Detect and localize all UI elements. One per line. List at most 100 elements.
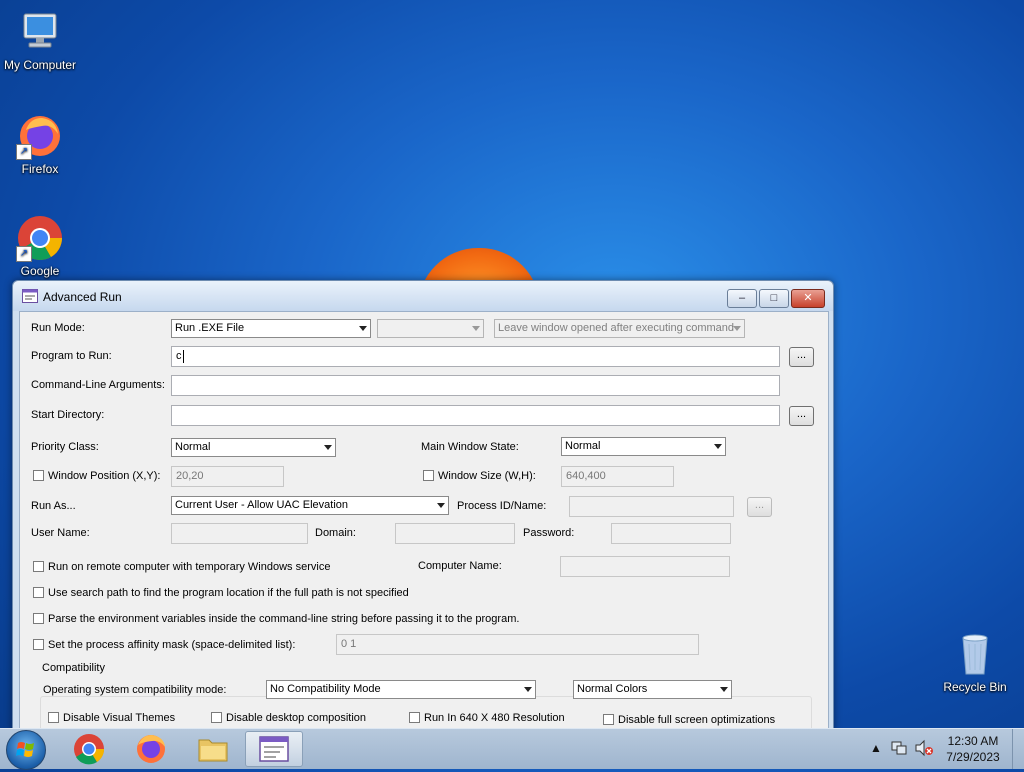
parse-env-checkbox[interactable] [33,613,44,624]
firefox-icon [137,735,165,763]
window-position-input: 20,20 [171,466,284,487]
taskbar: ▲ 12:30 AM 7/29/2023 [0,728,1024,770]
chrome-icon [74,734,105,765]
parse-env-label: Parse the environment variables inside t… [48,613,520,625]
program-browse-button[interactable]: ... [789,347,814,367]
window-size-label: Window Size (W,H): [438,470,536,482]
window-size-input: 640,400 [561,466,674,487]
os-compatibility-select[interactable]: No Compatibility Mode [266,680,536,699]
shortcut-arrow-icon: ↗ [16,144,32,160]
color-mode-value: Normal Colors [577,683,648,695]
user-name-input [171,523,308,544]
app-icon [22,289,38,303]
affinity-checkbox[interactable] [33,639,44,650]
desktop-icon-label: Google [20,264,60,278]
priority-class-label: Priority Class: [31,441,99,453]
maximize-button[interactable]: □ [759,289,789,308]
search-path-label: Use search path to find the program loca… [48,587,409,599]
domain-label: Domain: [315,527,356,539]
close-button[interactable]: ✕ [791,289,825,308]
run-mode-label: Run Mode: [31,322,85,334]
clock-date: 7/29/2023 [946,750,1000,764]
run-as-value: Current User - Allow UAC Elevation [175,499,349,511]
run-mode-select[interactable]: Run .EXE File [171,319,371,338]
show-hidden-icons-button[interactable]: ▲ [870,741,882,755]
show-desktop-button[interactable] [1012,729,1024,769]
disable-visual-themes-checkbox[interactable] [48,712,59,723]
process-id-label: Process ID/Name: [457,500,547,512]
chevron-down-icon [733,326,741,331]
command-line-arguments-input[interactable] [171,375,780,396]
priority-class-value: Normal [175,441,211,453]
shortcut-arrow-icon: ↗ [16,246,32,262]
taskbar-advanced-run[interactable] [245,731,303,767]
chevron-down-icon [714,444,722,449]
minimize-button[interactable]: – [727,289,757,308]
affinity-label: Set the process affinity mask (space-del… [48,639,296,651]
computer-icon [16,8,64,56]
window-size-checkbox[interactable] [423,470,434,481]
app-icon [259,736,289,762]
start-directory-browse-button[interactable]: ... [789,406,814,426]
start-directory-label: Start Directory: [31,409,105,421]
user-name-label: User Name: [31,527,90,539]
remote-computer-label: Run on remote computer with temporary Wi… [48,561,331,573]
disable-fullscreen-optimizations-label: Disable full screen optimizations [618,714,776,726]
chevron-down-icon [437,503,445,508]
taskbar-chrome[interactable] [60,731,118,767]
remote-computer-checkbox[interactable] [33,561,44,572]
password-label: Password: [523,527,575,539]
disable-visual-themes-label: Disable Visual Themes [63,712,176,724]
taskbar-firefox[interactable] [122,731,180,767]
color-mode-select[interactable]: Normal Colors [573,680,732,699]
start-button[interactable] [6,730,46,770]
computer-name-label: Computer Name: [418,560,502,572]
run-640x480-checkbox[interactable] [409,712,420,723]
clock[interactable]: 12:30 AM 7/29/2023 [942,733,1004,765]
program-to-run-input[interactable]: c [171,346,780,367]
chevron-down-icon [524,687,532,692]
disable-fullscreen-optimizations-checkbox[interactable] [603,714,614,725]
window-position-label: Window Position (X,Y): [48,470,161,482]
password-input [611,523,731,544]
window-position-checkbox[interactable] [33,470,44,481]
priority-class-select[interactable]: Normal [171,438,336,457]
title-bar[interactable]: Advanced Run – □ ✕ [13,281,833,311]
main-window-state-select[interactable]: Normal [561,437,726,456]
windows-logo-icon [16,742,34,757]
computer-name-input [560,556,730,577]
desktop-icon-google-chrome[interactable]: ↗ Google [0,214,80,278]
after-execution-value: Leave window opened after executing comm… [498,322,735,334]
os-compatibility-value: No Compatibility Mode [270,683,381,695]
disable-desktop-composition-label: Disable desktop composition [226,712,367,724]
command-line-arguments-label: Command-Line Arguments: [31,379,165,391]
desktop-icon-my-computer[interactable]: My Computer [0,8,80,72]
chevron-down-icon [472,326,480,331]
firefox-icon: ↗ [16,112,64,160]
start-directory-input[interactable] [171,405,780,426]
after-execution-select: Leave window opened after executing comm… [494,319,745,338]
desktop-icon-firefox[interactable]: ↗ Firefox [0,112,80,176]
run-as-label: Run As... [31,500,76,512]
volume-muted-icon[interactable] [914,739,934,760]
chevron-down-icon [359,326,367,331]
search-path-checkbox[interactable] [33,587,44,598]
desktop-icon-recycle-bin[interactable]: Recycle Bin [935,630,1015,694]
domain-input [395,523,515,544]
os-compatibility-label: Operating system compatibility mode: [43,684,227,696]
recycle-bin-icon [951,630,999,678]
chevron-down-icon [720,687,728,692]
run-mode-secondary-select [377,319,484,338]
process-id-browse-button: ... [747,497,772,517]
network-icon[interactable] [890,739,908,760]
window-title: Advanced Run [43,290,122,304]
dialog-client-area: Run Mode: Run .EXE File Leave window ope… [19,311,829,758]
run-mode-value: Run .EXE File [175,322,245,334]
affinity-input: 0 1 [336,634,699,655]
run-as-select[interactable]: Current User - Allow UAC Elevation [171,496,449,515]
disable-desktop-composition-checkbox[interactable] [211,712,222,723]
desktop-icon-label: Recycle Bin [943,680,1007,694]
run-640x480-label: Run In 640 X 480 Resolution [424,712,565,724]
compatibility-group-label: Compatibility [40,662,107,674]
taskbar-file-explorer[interactable] [184,731,242,767]
